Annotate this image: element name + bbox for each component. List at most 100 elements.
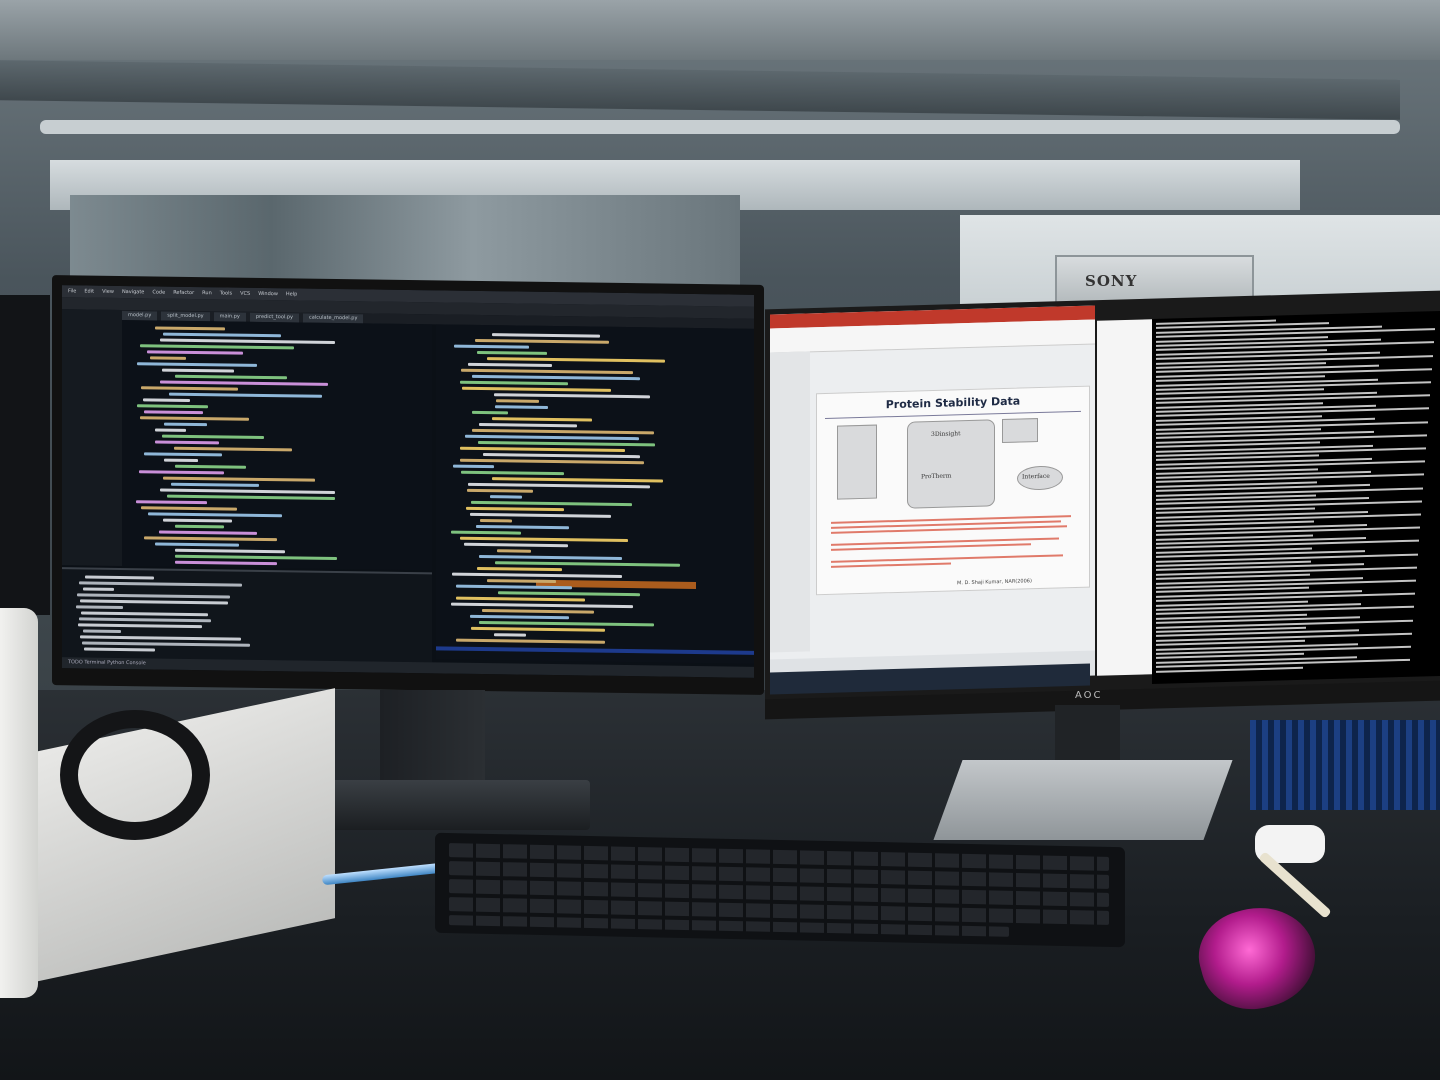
code-line — [467, 488, 533, 493]
menu-tools[interactable]: Tools — [220, 290, 232, 296]
tab-model[interactable]: model.py — [122, 310, 158, 320]
menu-run[interactable]: Run — [202, 290, 212, 296]
menu-edit[interactable]: Edit — [84, 288, 94, 294]
menu-help[interactable]: Help — [286, 291, 297, 297]
code-line — [471, 626, 605, 632]
code-line — [477, 350, 547, 355]
code-line — [155, 542, 239, 547]
left-monitor-base — [290, 780, 590, 830]
code-line — [456, 584, 572, 590]
shelf-top — [0, 0, 1440, 60]
code-line — [148, 512, 282, 518]
code-line — [496, 399, 539, 403]
code-line — [478, 440, 655, 447]
tab-split-model[interactable]: split_model.py — [161, 311, 210, 321]
code-line — [160, 380, 328, 386]
slide-canvas[interactable]: Protein Stability Data 3Dinsight ProTher… — [816, 385, 1090, 596]
code-line — [160, 338, 335, 344]
menu-vcs[interactable]: VCS — [240, 291, 250, 297]
code-line — [456, 638, 605, 644]
slide-rule — [825, 410, 1081, 420]
sony-label: SONY — [1085, 272, 1138, 290]
code-line — [175, 554, 337, 561]
code-line — [470, 512, 611, 518]
code-line — [451, 602, 633, 609]
diagram-center-label: 3Dinsight — [931, 430, 961, 439]
left-monitor-stand — [380, 690, 485, 785]
code-line — [144, 536, 277, 542]
menu-file[interactable]: File — [68, 288, 76, 294]
slide-bullets — [831, 515, 1081, 582]
code-line — [492, 333, 600, 338]
code-line — [497, 549, 531, 553]
code-line — [155, 440, 219, 445]
code-line — [163, 476, 315, 482]
code-line — [155, 428, 186, 432]
code-line — [175, 524, 224, 529]
code-line — [164, 458, 198, 463]
code-line — [483, 453, 640, 459]
code-line — [464, 542, 568, 548]
presentation-window: Protein Stability Data 3Dinsight ProTher… — [770, 305, 1095, 685]
code-line — [451, 530, 521, 535]
code-line — [160, 488, 335, 494]
code-line — [456, 596, 585, 602]
code-line — [453, 464, 494, 469]
code-line — [461, 368, 633, 375]
code-line — [137, 404, 208, 409]
code-line — [472, 428, 654, 435]
code-editor-right[interactable] — [436, 324, 754, 664]
code-line — [83, 587, 114, 591]
code-line — [494, 393, 650, 399]
aoc-logo: AOC — [1075, 690, 1103, 701]
code-line — [466, 506, 564, 512]
menu-navigate[interactable]: Navigate — [122, 289, 144, 295]
tab-calculate-model[interactable]: calculate_model.py — [303, 313, 364, 323]
code-line — [78, 623, 202, 629]
code-line — [80, 599, 228, 605]
code-line — [487, 357, 665, 363]
code-line — [140, 344, 294, 350]
slide-thumbnails[interactable] — [770, 351, 810, 653]
code-line — [174, 446, 292, 452]
code-line — [460, 536, 628, 543]
code-line — [155, 326, 225, 331]
code-line — [460, 446, 625, 453]
code-line — [487, 579, 556, 584]
code-line — [471, 500, 632, 507]
code-line — [144, 452, 222, 457]
code-line — [479, 422, 577, 428]
code-line — [461, 470, 564, 476]
code-line — [137, 362, 257, 367]
terminal-window[interactable] — [1152, 310, 1440, 685]
menu-refactor[interactable]: Refactor — [173, 290, 194, 296]
menu-view[interactable]: View — [102, 289, 114, 295]
code-line — [468, 482, 650, 489]
slide-author: M. D. Shaji Kumar, NAR(2006) — [957, 578, 1032, 587]
code-line — [460, 458, 644, 465]
code-line — [141, 506, 237, 511]
code-line — [83, 629, 121, 633]
code-line — [77, 593, 230, 599]
menu-code[interactable]: Code — [152, 289, 165, 295]
code-editor-left[interactable] — [122, 320, 432, 571]
code-line — [495, 561, 680, 567]
code-line — [85, 575, 154, 580]
menu-window[interactable]: Window — [258, 291, 278, 297]
code-line — [490, 495, 522, 499]
tab-predict-tool[interactable]: predict_tool.py — [249, 312, 299, 322]
code-line — [163, 518, 232, 523]
tab-main[interactable]: main.py — [213, 311, 246, 322]
code-line — [79, 581, 242, 587]
run-console[interactable] — [62, 567, 432, 663]
code-line — [472, 374, 640, 381]
code-line — [141, 386, 238, 391]
code-line — [452, 572, 622, 578]
code-line — [150, 356, 186, 360]
ide-window: File Edit View Navigate Code Refactor Ru… — [62, 285, 754, 678]
code-line — [480, 519, 512, 523]
project-tree-panel[interactable] — [62, 309, 122, 567]
code-line — [465, 434, 639, 441]
code-line — [175, 548, 285, 554]
side-panel[interactable] — [1097, 319, 1152, 676]
